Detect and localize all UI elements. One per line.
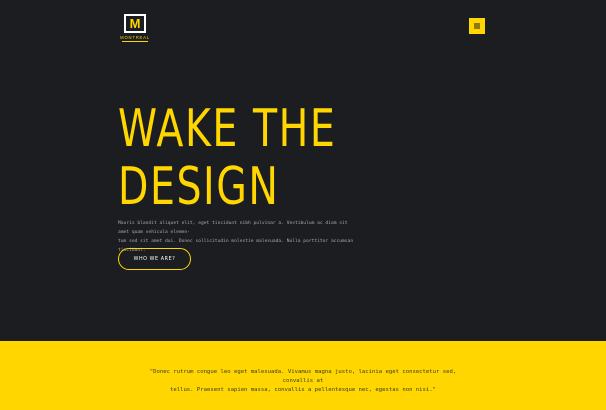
hamburger-icon: [474, 23, 480, 29]
logo-mark: M: [124, 14, 146, 33]
hero-intro-line1: Mauris blandit aliquet elit, eget tincid…: [118, 221, 348, 235]
quote-text: "Donec rutrum congue leo eget malesuada.…: [140, 368, 466, 395]
logo-underline: [122, 41, 148, 42]
logo-letter: M: [129, 16, 141, 31]
quote-line2: tellus. Praesent sapien massa, convallis…: [169, 387, 437, 393]
page: M MONTREAL WAKE THE DESIGN Mauris blandi…: [0, 0, 606, 410]
hero-headline: WAKE THE DESIGN: [118, 100, 336, 216]
logo[interactable]: M MONTREAL: [120, 14, 150, 42]
quote-section: "Donec rutrum congue leo eget malesuada.…: [0, 341, 606, 410]
hero-headline-line1: WAKE THE: [118, 99, 337, 159]
who-we-are-button[interactable]: WHO WE ARE?: [118, 248, 191, 270]
logo-wordmark: MONTREAL: [120, 35, 150, 40]
quote-line1: "Donec rutrum congue leo eget malesuada.…: [149, 369, 457, 384]
hero-section: M MONTREAL WAKE THE DESIGN Mauris blandi…: [0, 0, 606, 341]
hero-headline-line2: DESIGN: [118, 157, 280, 217]
menu-button[interactable]: [469, 18, 485, 34]
